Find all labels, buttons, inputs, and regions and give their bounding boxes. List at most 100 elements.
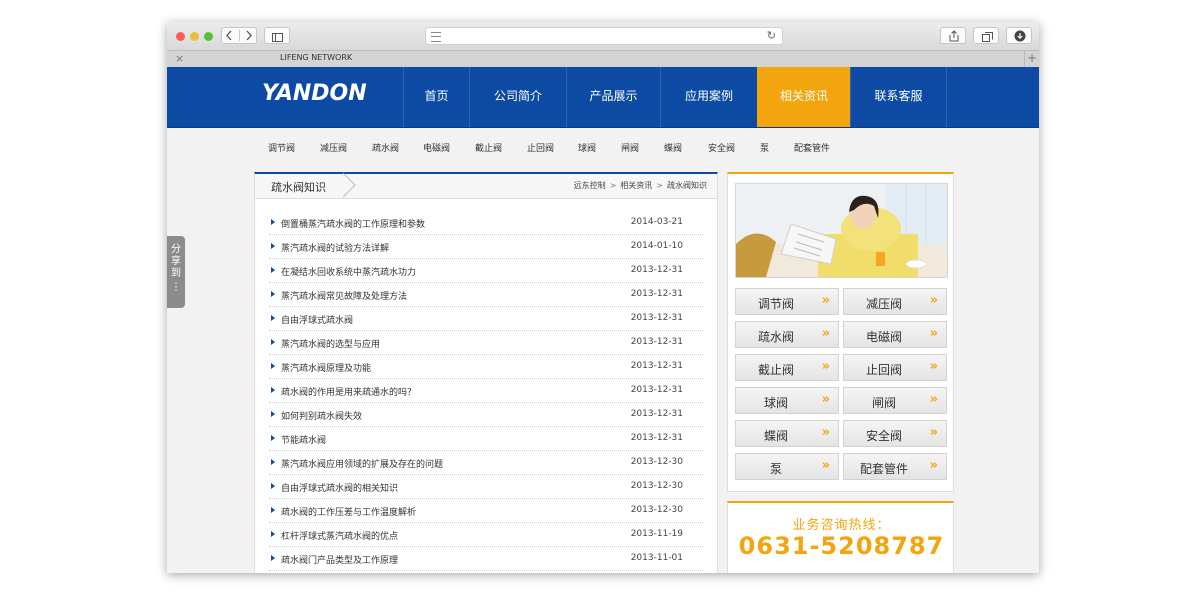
subnav-item[interactable]: 电磁阀: [423, 141, 450, 154]
article-date: 2013-11-01: [630, 553, 683, 563]
share-side-button[interactable]: 分享到 ⋮: [167, 236, 185, 308]
category-button[interactable]: 配套管件»: [843, 453, 947, 480]
subnav-item[interactable]: 止回阀: [527, 141, 554, 154]
chevron-right-icon[interactable]: [245, 30, 253, 41]
bullet-icon: [271, 339, 275, 345]
article-title[interactable]: 如何判别疏水阀失效: [281, 409, 362, 422]
breadcrumb-item[interactable]: 相关资讯: [620, 181, 652, 190]
list-item[interactable]: 疏水阀的作用是用来疏通水的吗？ 2013-12-31: [269, 379, 703, 403]
category-button[interactable]: 电磁阀»: [843, 321, 947, 348]
tabs-overview-button[interactable]: [973, 27, 999, 44]
breadcrumb-item[interactable]: 远东控制: [574, 181, 606, 190]
zoom-window-button[interactable]: [204, 32, 213, 41]
list-item[interactable]: 蒸汽疏水阀常见故障及处理方法 2013-12-31: [269, 283, 703, 307]
subnav-item[interactable]: 闸阀: [621, 141, 639, 154]
category-button[interactable]: 安全阀»: [843, 420, 947, 447]
category-button[interactable]: 截止阀»: [735, 354, 839, 381]
downloads-button[interactable]: [1006, 27, 1032, 44]
category-button[interactable]: 止回阀»: [843, 354, 947, 381]
download-icon: [1014, 30, 1026, 46]
nav-item-about[interactable]: 公司简介: [469, 67, 566, 127]
nav-item-products[interactable]: 产品展示: [566, 67, 660, 127]
list-item[interactable]: 蒸汽疏水阀原理及功能 2013-12-31: [269, 355, 703, 379]
article-title[interactable]: 疏水阀的作用是用来疏通水的吗？: [281, 385, 416, 398]
subnav-item[interactable]: 截止阀: [475, 141, 502, 154]
article-title[interactable]: 蒸汽疏水阀的试验方法详解: [281, 241, 389, 254]
list-item[interactable]: 如何判别疏水阀失效 2013-12-31: [269, 403, 703, 427]
list-item[interactable]: 蒸汽疏水阀的选型与应用 2013-12-31: [269, 331, 703, 355]
list-item[interactable]: 疏水阀的工作压差与工作温度解析 2013-12-30: [269, 499, 703, 523]
subnav-item[interactable]: 疏水阀: [372, 141, 399, 154]
nav-item-home[interactable]: 首页: [403, 67, 469, 127]
category-button[interactable]: 蝶阀»: [735, 420, 839, 447]
sidebar-toggle-button[interactable]: [264, 27, 290, 44]
address-bar[interactable]: ↻: [425, 27, 783, 45]
article-title[interactable]: 倒置桶蒸汽疏水阀的工作原理和参数: [281, 217, 425, 230]
browser-toolbar: ↻: [167, 22, 1039, 51]
subnav-item[interactable]: 安全阀: [708, 141, 735, 154]
article-date: 2013-12-30: [630, 505, 683, 515]
double-chevron-right-icon: »: [929, 326, 938, 341]
list-item[interactable]: 蒸汽疏水阀的试验方法详解 2014-01-10: [269, 235, 703, 259]
article-title[interactable]: 杠杆浮球式蒸汽疏水阀的优点: [281, 529, 398, 542]
bullet-icon: [271, 483, 275, 489]
list-item[interactable]: 疏水阀门产品类型及工作原理 2013-11-01: [269, 547, 703, 571]
article-date: 2013-12-31: [630, 361, 683, 371]
double-chevron-right-icon: »: [929, 359, 938, 374]
article-title[interactable]: 蒸汽疏水阀常见故障及处理方法: [281, 289, 407, 302]
category-button[interactable]: 调节阀»: [735, 288, 839, 315]
bullet-icon: [271, 219, 275, 225]
minimize-window-button[interactable]: [190, 32, 199, 41]
subnav-item[interactable]: 调节阀: [268, 141, 295, 154]
close-window-button[interactable]: [176, 32, 185, 41]
subnav-item[interactable]: 球阀: [578, 141, 596, 154]
bullet-icon: [271, 291, 275, 297]
close-tab-icon[interactable]: ×: [175, 52, 184, 65]
new-tab-button[interactable]: +: [1024, 51, 1039, 67]
article-title[interactable]: 在凝结水回收系统中蒸汽疏水功力: [281, 265, 416, 278]
site-logo[interactable]: YANDON: [262, 81, 367, 106]
category-subnav: 调节阀 减压阀 疏水阀 电磁阀 截止阀 止回阀 球阀 闸阀 蝶阀 安全阀 泵 配…: [167, 128, 1039, 168]
article-title[interactable]: 疏水阀的工作压差与工作温度解析: [281, 505, 416, 518]
tab-title[interactable]: LIFENG NETWORK: [280, 53, 352, 62]
back-forward-buttons[interactable]: [221, 27, 257, 44]
double-chevron-right-icon: »: [821, 458, 830, 473]
list-item[interactable]: 自由浮球式疏水阀的相关知识 2013-12-30: [269, 475, 703, 499]
category-button[interactable]: 减压阀»: [843, 288, 947, 315]
nav-item-cases[interactable]: 应用案例: [660, 67, 757, 127]
article-title[interactable]: 节能疏水阀: [281, 433, 326, 446]
article-title[interactable]: 自由浮球式疏水阀: [281, 313, 353, 326]
category-button[interactable]: 球阀»: [735, 387, 839, 414]
list-item[interactable]: 倒置桶蒸汽疏水阀的工作原理和参数 2014-03-21: [269, 211, 703, 235]
article-date: 2013-12-30: [630, 481, 683, 491]
double-chevron-right-icon: »: [929, 392, 938, 407]
reader-icon[interactable]: [431, 32, 441, 42]
category-button[interactable]: 闸阀»: [843, 387, 947, 414]
article-title[interactable]: 蒸汽疏水阀的选型与应用: [281, 337, 380, 350]
list-item[interactable]: 蒸汽疏水阀应用领域的扩展及存在的问题 2013-12-30: [269, 451, 703, 475]
category-button[interactable]: 泵»: [735, 453, 839, 480]
nav-item-news[interactable]: 相关资讯: [757, 67, 850, 127]
hotline-phone[interactable]: 0631-5208787: [728, 532, 955, 560]
reload-icon[interactable]: ↻: [767, 29, 776, 42]
article-title[interactable]: 疏水阀门产品类型及工作原理: [281, 553, 398, 566]
chevron-left-icon[interactable]: [225, 30, 233, 41]
list-item[interactable]: 自由浮球式疏水阀 2013-12-31: [269, 307, 703, 331]
subnav-item[interactable]: 泵: [760, 141, 769, 154]
article-title[interactable]: 蒸汽疏水阀应用领域的扩展及存在的问题: [281, 457, 443, 470]
category-button[interactable]: 疏水阀»: [735, 321, 839, 348]
subnav-item[interactable]: 减压阀: [320, 141, 347, 154]
article-title[interactable]: 蒸汽疏水阀原理及功能: [281, 361, 371, 374]
share-button[interactable]: [940, 27, 966, 44]
subnav-item[interactable]: 蝶阀: [664, 141, 682, 154]
web-page: YANDON 首页 公司简介 产品展示 应用案例 相关资讯 联系客服 调节阀 减…: [167, 67, 1039, 573]
list-item[interactable]: 节能疏水阀 2013-12-31: [269, 427, 703, 451]
list-item[interactable]: 杠杆浮球式蒸汽疏水阀的优点 2013-11-19: [269, 523, 703, 547]
list-item[interactable]: 在凝结水回收系统中蒸汽疏水功力 2013-12-31: [269, 259, 703, 283]
nav-item-contact[interactable]: 联系客服: [850, 67, 947, 127]
breadcrumb-item[interactable]: 疏水阀知识: [667, 181, 707, 190]
tabs-icon: [982, 31, 993, 46]
article-date: 2013-12-31: [630, 409, 683, 419]
article-title[interactable]: 自由浮球式疏水阀的相关知识: [281, 481, 398, 494]
subnav-item[interactable]: 配套管件: [794, 141, 830, 154]
